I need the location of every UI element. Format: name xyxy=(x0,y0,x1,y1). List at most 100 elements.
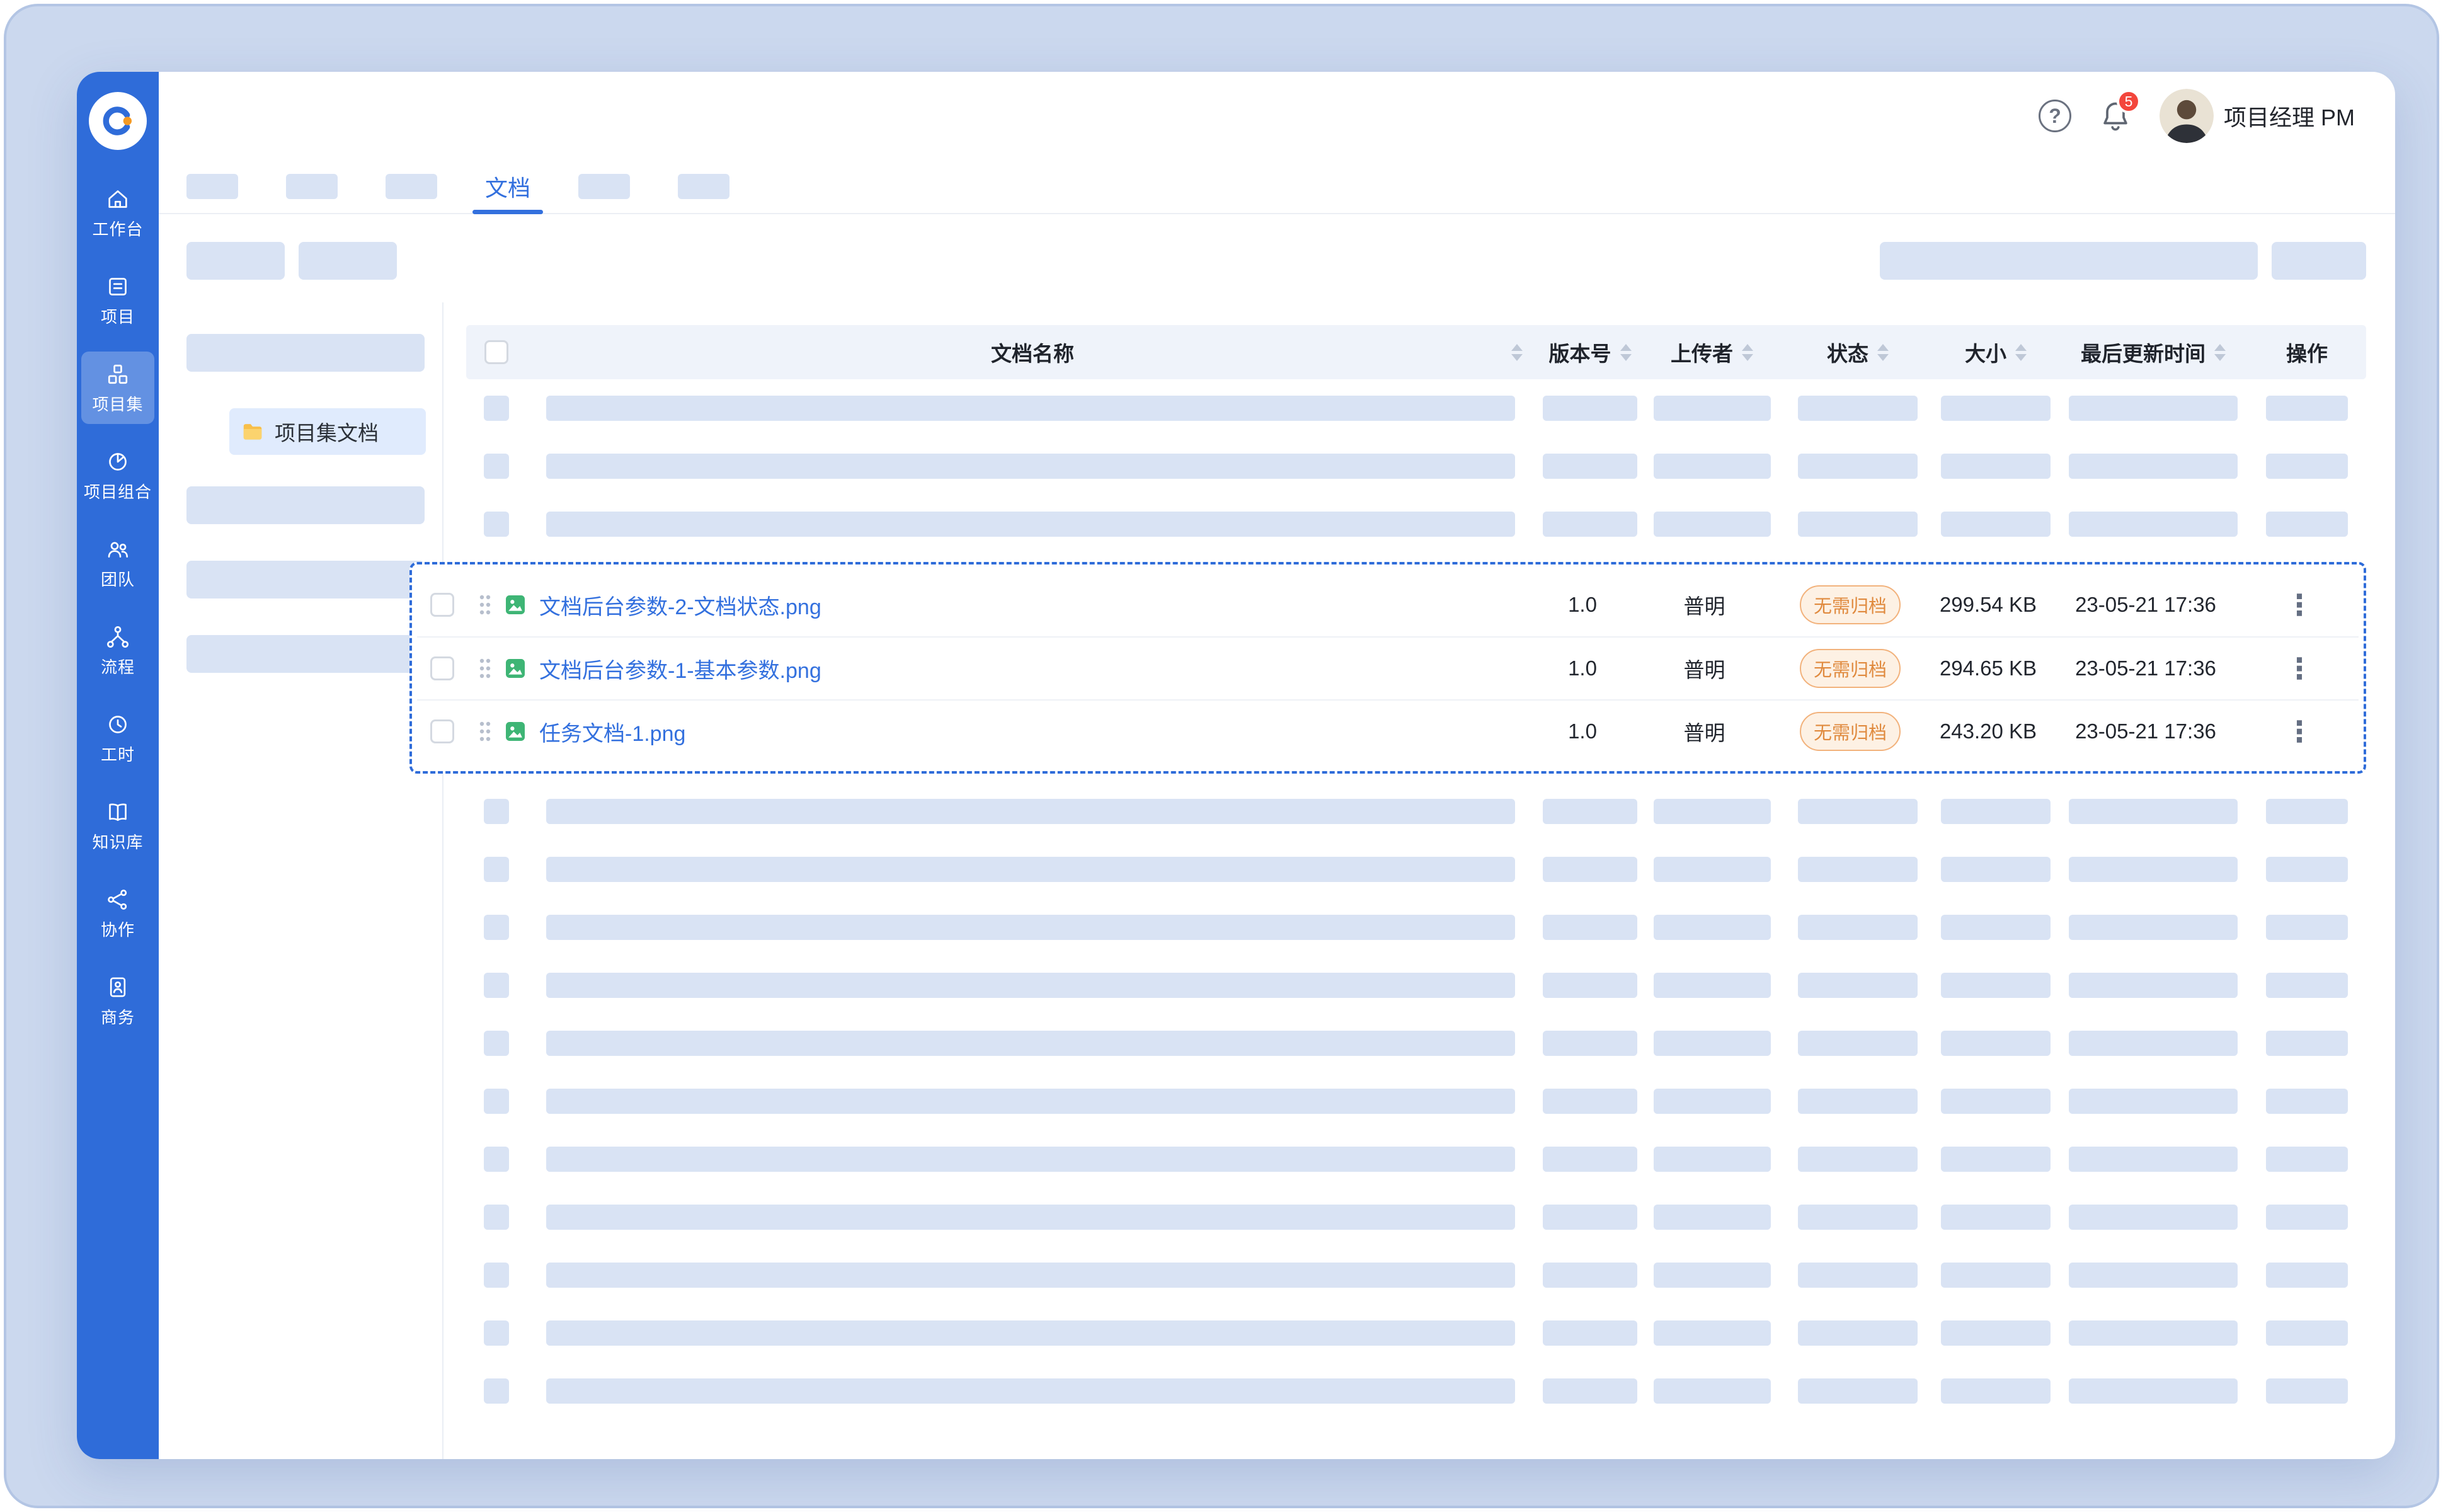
more-actions-icon[interactable]: ⋮ xyxy=(2285,654,2314,683)
desktop-background: 工作台 项目 项目集 项目组合 团队 xyxy=(4,4,2439,1508)
skeleton-bar xyxy=(546,857,1515,882)
select-all-checkbox[interactable] xyxy=(484,340,508,364)
tab-bar: 文档 xyxy=(159,160,2395,214)
table-skeleton-row xyxy=(466,379,2366,437)
project-board-icon xyxy=(105,274,130,299)
more-actions-icon[interactable]: ⋮ xyxy=(2285,590,2314,619)
header-size: 大小 xyxy=(1933,337,2059,367)
table-skeleton-row xyxy=(466,1304,2366,1362)
skeleton-bar xyxy=(1543,396,1637,421)
header-status: 状态 xyxy=(1783,337,1933,367)
skeleton-bar xyxy=(2069,1263,2238,1288)
skeleton-checkbox xyxy=(484,1089,509,1114)
sidebar: 工作台 项目 项目集 项目组合 团队 xyxy=(77,72,159,1459)
header-doc-name: 文档名称 xyxy=(526,337,1539,367)
skeleton-bar xyxy=(2266,1205,2348,1230)
table-skeleton-row xyxy=(466,1246,2366,1304)
file-row[interactable]: 文档后台参数-1-基本参数.png 1.0 普明 无需归档 294.65 KB … xyxy=(417,636,2359,699)
skeleton-bar xyxy=(1543,915,1637,940)
skeleton-bar xyxy=(2069,857,2238,882)
sidebar-item-business[interactable]: 商务 xyxy=(81,965,154,1037)
file-row[interactable]: 文档后台参数-2-文档状态.png 1.0 普明 无需归档 299.54 KB … xyxy=(417,573,2359,636)
skeleton-bar xyxy=(1798,799,1918,824)
sidebar-item-label: 项目 xyxy=(101,304,135,328)
skeleton-bar xyxy=(1543,1147,1637,1172)
status-badge: 无需归档 xyxy=(1800,712,1901,751)
tab-skeleton xyxy=(678,174,729,199)
business-doc-icon xyxy=(105,975,130,1000)
drag-handle-icon[interactable] xyxy=(467,720,503,743)
skeleton-bar xyxy=(1941,1320,2051,1346)
sidebar-item-project-set[interactable]: 项目集 xyxy=(81,352,154,424)
skeleton-bar xyxy=(1543,857,1637,882)
column-label: 操作 xyxy=(2286,337,2328,367)
user-name: 项目经理 PM xyxy=(2224,100,2355,132)
skeleton-bar xyxy=(1798,1378,1918,1404)
table-skeleton-row xyxy=(466,1072,2366,1130)
sort-icon[interactable] xyxy=(2015,344,2027,361)
sidebar-nav: 工作台 项目 项目集 项目组合 团队 xyxy=(77,176,159,1052)
tab-documents[interactable]: 文档 xyxy=(485,160,530,213)
skeleton-bar xyxy=(2069,512,2238,537)
tree-item-skeleton xyxy=(186,334,425,372)
skeleton-bar xyxy=(2069,1378,2238,1404)
help-icon[interactable]: ? xyxy=(2039,100,2071,132)
skeleton-checkbox xyxy=(484,454,509,479)
toolbar-button-skeleton xyxy=(299,242,397,280)
user-avatar xyxy=(2160,89,2214,143)
book-icon xyxy=(105,799,130,825)
skeleton-checkbox xyxy=(484,857,509,882)
table-skeleton-row xyxy=(466,1014,2366,1072)
sidebar-item-workbench[interactable]: 工作台 xyxy=(81,176,154,249)
sidebar-item-label: 协作 xyxy=(101,917,135,941)
sidebar-item-workflow[interactable]: 流程 xyxy=(81,614,154,687)
tree-item-project-set-docs[interactable]: 项目集文档 xyxy=(229,408,426,455)
skeleton-bar xyxy=(1941,1089,2051,1114)
skeleton-bar xyxy=(546,1205,1515,1230)
sort-icon[interactable] xyxy=(1511,344,1523,361)
file-name-link[interactable]: 文档后台参数-2-文档状态.png xyxy=(539,590,821,621)
home-icon xyxy=(105,186,130,212)
skeleton-bar xyxy=(1798,512,1918,537)
file-row[interactable]: 任务文档-1.png 1.0 普明 无需归档 243.20 KB 23-05-2… xyxy=(417,699,2359,762)
skeleton-bar xyxy=(1543,1378,1637,1404)
sidebar-item-team[interactable]: 团队 xyxy=(81,527,154,599)
skeleton-bar xyxy=(1543,1320,1637,1346)
skeleton-bar xyxy=(1941,915,2051,940)
skeleton-bar xyxy=(1798,1147,1918,1172)
skeleton-bar xyxy=(2069,396,2238,421)
sort-icon[interactable] xyxy=(2214,344,2226,361)
file-name-link[interactable]: 文档后台参数-1-基本参数.png xyxy=(539,653,821,684)
row-checkbox[interactable] xyxy=(430,656,454,680)
skeleton-bar xyxy=(546,1031,1515,1056)
skeleton-bar xyxy=(1941,1263,2051,1288)
sort-icon[interactable] xyxy=(1620,344,1632,361)
sidebar-item-projects[interactable]: 项目 xyxy=(81,264,154,336)
portfolio-pie-icon xyxy=(105,449,130,474)
sidebar-item-portfolio[interactable]: 项目组合 xyxy=(81,439,154,512)
user-menu[interactable]: 项目经理 PM xyxy=(2160,89,2355,143)
notifications-button[interactable]: 5 xyxy=(2099,100,2132,132)
uploader-cell: 普明 xyxy=(1633,653,1775,684)
sort-icon[interactable] xyxy=(1877,344,1889,361)
skeleton-bar xyxy=(2266,1031,2348,1056)
drag-handle-icon[interactable] xyxy=(467,657,503,680)
main-area: ? 5 xyxy=(159,72,2395,1459)
app-logo[interactable] xyxy=(89,92,147,150)
toolbar-right-group xyxy=(1880,242,2366,280)
column-label: 最后更新时间 xyxy=(2081,337,2206,367)
folder-label: 项目集文档 xyxy=(275,416,379,447)
row-checkbox[interactable] xyxy=(430,719,454,743)
skeleton-bar xyxy=(2266,454,2348,479)
skeleton-bar xyxy=(2069,1147,2238,1172)
row-checkbox[interactable] xyxy=(430,593,454,617)
skeleton-bar xyxy=(1654,857,1771,882)
sidebar-item-knowledge-base[interactable]: 知识库 xyxy=(81,789,154,862)
drag-handle-icon[interactable] xyxy=(467,593,503,616)
file-name-link[interactable]: 任务文档-1.png xyxy=(539,716,685,747)
sort-icon[interactable] xyxy=(1742,344,1753,361)
sidebar-item-collaboration[interactable]: 协作 xyxy=(81,877,154,949)
more-actions-icon[interactable]: ⋮ xyxy=(2285,717,2314,746)
sidebar-item-timesheet[interactable]: 工时 xyxy=(81,702,154,774)
skeleton-checkbox xyxy=(484,512,509,537)
